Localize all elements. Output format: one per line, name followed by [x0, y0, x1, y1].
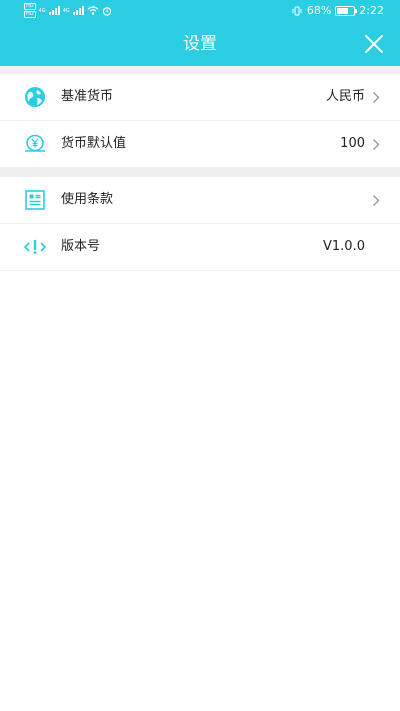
settings-row-terms[interactable]: 使用条款 — [0, 177, 400, 224]
carrier-2: 4G — [62, 7, 70, 14]
close-button[interactable] — [362, 32, 386, 56]
settings-row-base-currency[interactable]: 基准货币 人民币 — [0, 74, 400, 121]
status-bar: HD HD 4G 4G 68% 2:22 — [0, 0, 400, 22]
document-icon — [25, 190, 45, 210]
settings-row-version: 版本号 V1.0.0 — [0, 224, 400, 271]
vibrate-icon — [292, 6, 302, 15]
section-gap-2 — [0, 168, 400, 177]
chevron-right-icon — [373, 92, 380, 103]
default-amount-label: 货币默认值 — [61, 136, 127, 151]
version-label: 版本号 — [61, 239, 101, 254]
section-gap-1 — [0, 66, 400, 74]
code-info-icon — [23, 239, 47, 254]
base-currency-value: 人民币 — [325, 89, 365, 104]
default-amount-value: 100 — [340, 136, 365, 151]
hd-badge-2: HD — [24, 11, 36, 18]
wifi-icon — [87, 6, 99, 15]
top-app-bar: HD HD 4G 4G 68% 2:22 设置 — [0, 0, 400, 66]
signal-2-icon — [72, 6, 84, 15]
alarm-icon — [102, 6, 111, 16]
yen-coin-icon — [25, 134, 45, 152]
chevron-right-icon — [373, 139, 380, 150]
version-value: V1.0.0 — [323, 239, 365, 254]
signal-1-icon — [48, 6, 60, 15]
close-icon — [365, 35, 383, 53]
carrier-1: 4G — [38, 7, 46, 14]
page-title: 设置 — [183, 34, 217, 54]
settings-row-default-amount[interactable]: 货币默认值 100 — [0, 121, 400, 168]
status-time: 2:22 — [359, 4, 384, 17]
battery-icon — [335, 5, 358, 16]
chevron-right-icon — [373, 195, 380, 206]
status-left: HD HD 4G 4G — [24, 3, 112, 18]
hd-badges: HD HD — [24, 3, 36, 18]
terms-label: 使用条款 — [61, 192, 114, 207]
hd-badge-1: HD — [24, 3, 36, 10]
battery-percent: 68% — [306, 4, 332, 17]
base-currency-label: 基准货币 — [61, 89, 114, 104]
status-right: 68% 2:22 — [291, 4, 384, 17]
globe-icon — [25, 87, 45, 107]
